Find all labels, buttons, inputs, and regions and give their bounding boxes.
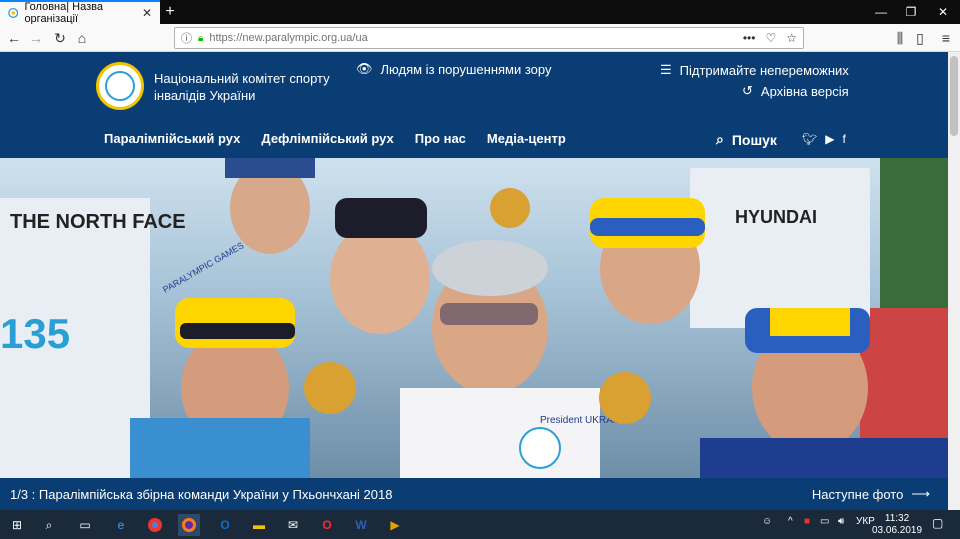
- chrome-icon[interactable]: [144, 514, 166, 536]
- tab-title: Головна| Назва організації: [24, 1, 103, 25]
- main-menu: Паралімпійський рух Дефлімпійський рух П…: [104, 131, 566, 146]
- browser-tab-bar: Головна| Назва організації ✕ + — ❐ ✕: [0, 0, 960, 25]
- maximize-icon[interactable]: ❐: [896, 0, 926, 24]
- menu-item-about[interactable]: Про нас: [415, 131, 466, 146]
- people-icon[interactable]: ☺: [762, 516, 772, 527]
- twitter-icon[interactable]: 🐦︎: [802, 132, 817, 146]
- outlook-icon[interactable]: O: [214, 514, 236, 536]
- social-links: 🐦︎ ▶ f: [802, 132, 846, 146]
- lock-icon: 🔒︎: [198, 32, 204, 44]
- clock[interactable]: 11:32 03.06.2019: [872, 513, 922, 537]
- back-icon[interactable]: ←: [4, 28, 24, 48]
- website: Національний комітет спорту інвалідів Ук…: [0, 52, 948, 510]
- word-icon[interactable]: W: [350, 514, 372, 536]
- new-tab-button[interactable]: +: [160, 2, 180, 22]
- page-scrollbar[interactable]: [948, 52, 960, 510]
- edge-icon[interactable]: e: [110, 514, 132, 536]
- menu-item-paralympic[interactable]: Паралімпійський рух: [104, 131, 240, 146]
- coins-icon: ☰: [660, 62, 672, 77]
- tray-app-icon[interactable]: ■: [804, 516, 810, 527]
- facebook-icon[interactable]: f: [842, 132, 845, 146]
- mail-icon[interactable]: ✉: [282, 514, 304, 536]
- next-photo-button[interactable]: Наступне фото ⟶: [812, 486, 930, 502]
- eye-icon: 👁︎: [356, 61, 373, 76]
- pocket-icon[interactable]: ♡: [765, 31, 776, 45]
- browser-tab[interactable]: Головна| Назва організації ✕: [0, 0, 160, 25]
- notifications-icon[interactable]: ▢: [932, 516, 943, 530]
- site-info-icon[interactable]: ⓘ: [181, 30, 192, 46]
- next-photo-label: Наступне фото: [811, 486, 904, 502]
- archive-link[interactable]: ↺ Архівна версія: [742, 83, 849, 99]
- search-label: Пошук: [731, 131, 777, 148]
- taskbar-search-icon[interactable]: ⌕: [38, 514, 60, 536]
- reload-icon[interactable]: ↻: [50, 28, 70, 48]
- vision-impaired-link[interactable]: 👁︎ Людям із порушеннями зору: [356, 61, 552, 77]
- npc-logo[interactable]: [96, 62, 144, 110]
- vision-link-label: Людям із порушеннями зору: [380, 61, 552, 77]
- opera-icon[interactable]: O: [316, 514, 338, 536]
- media-player-icon[interactable]: ▶: [384, 514, 406, 536]
- youtube-icon[interactable]: ▶: [825, 132, 834, 146]
- arrow-right-icon: ⟶: [911, 486, 930, 501]
- firefox-icon[interactable]: [178, 514, 200, 536]
- sidebar-icon[interactable]: ▯: [910, 28, 930, 48]
- hero-text-hyundai: HYUNDAI: [735, 207, 817, 227]
- hero-text-games: PARALYMPIC GAMES: [161, 240, 245, 295]
- search-button[interactable]: ⌕ Пошук: [716, 131, 777, 148]
- support-link-label: Підтримайте непереможних: [679, 62, 849, 78]
- windows-taskbar: ⊞ ⌕ ▭ e O ▬ ✉ O W ▶ ☺ ^ ■ ▭ 🔊︎ УКР 11:32…: [0, 510, 960, 539]
- hero-photo[interactable]: THE NORTH FACE 135 HYUNDAI President UKR…: [0, 158, 948, 478]
- hero-text-bib: 135: [0, 310, 70, 357]
- window-close-icon[interactable]: ✕: [928, 0, 958, 24]
- network-icon[interactable]: ▭: [820, 516, 829, 527]
- hero-text-northface: THE NORTH FACE: [10, 211, 186, 233]
- org-name[interactable]: Національний комітет спорту інвалідів Ук…: [154, 70, 354, 104]
- url-bar[interactable]: ⓘ 🔒︎ https://new.paralympic.org.ua/ua ••…: [174, 27, 804, 49]
- clock-date: 03.06.2019: [872, 525, 923, 536]
- hero-caption-bar: 1/3 : Паралімпійська збірна команди Укра…: [0, 478, 948, 510]
- volume-icon[interactable]: 🔊︎: [838, 516, 844, 527]
- tab-close-icon[interactable]: ✕: [142, 6, 152, 20]
- file-explorer-icon[interactable]: ▬: [248, 514, 270, 536]
- team-photo-illustration: THE NORTH FACE 135 HYUNDAI President UKR…: [0, 158, 948, 478]
- support-link[interactable]: ☰ Підтримайте непереможних: [660, 62, 849, 78]
- minimize-icon[interactable]: —: [866, 0, 896, 24]
- history-icon: ↺: [742, 83, 753, 98]
- tray-expand-icon[interactable]: ^: [788, 516, 793, 527]
- page-actions-icon[interactable]: •••: [743, 31, 756, 45]
- task-view-icon[interactable]: ▭: [74, 514, 96, 536]
- url-text[interactable]: https://new.paralympic.org.ua/ua: [209, 32, 367, 44]
- clock-time: 11:32: [884, 513, 910, 524]
- menu-item-deaflympic[interactable]: Дефлімпійський рух: [261, 131, 393, 146]
- archive-link-label: Архівна версія: [760, 83, 849, 99]
- site-favicon-icon: [8, 7, 19, 19]
- browser-nav-bar: ← → ↻ ⌂ ⓘ 🔒︎ https://new.paralympic.org.…: [0, 24, 960, 52]
- forward-icon[interactable]: →: [26, 28, 46, 48]
- bookmark-star-icon[interactable]: ☆: [786, 31, 797, 45]
- hamburger-menu-icon[interactable]: ≡: [936, 28, 956, 48]
- search-icon: ⌕: [716, 131, 724, 147]
- library-icon[interactable]: ⫼: [890, 28, 910, 48]
- start-windows-icon[interactable]: ⊞: [6, 514, 28, 536]
- hero-caption: 1/3 : Паралімпійська збірна команди Укра…: [10, 486, 393, 502]
- menu-item-media[interactable]: Медіа-центр: [487, 131, 566, 146]
- home-icon[interactable]: ⌂: [72, 28, 92, 48]
